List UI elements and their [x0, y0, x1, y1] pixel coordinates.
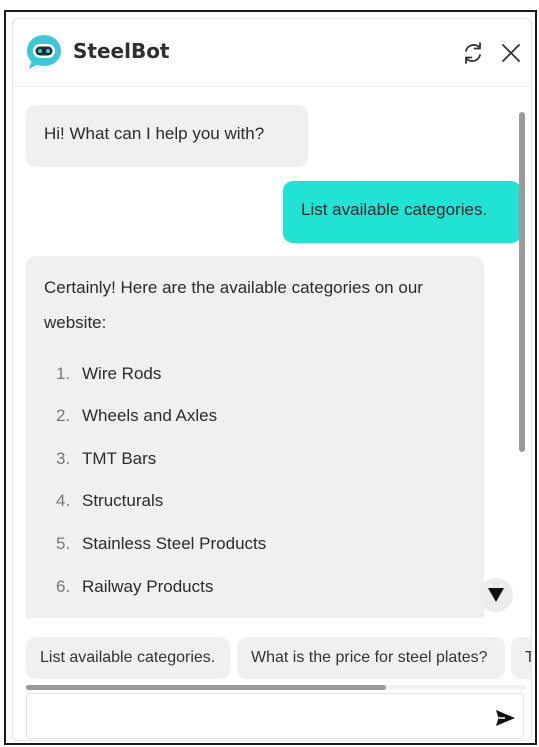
list-item: 4. Structurals	[44, 480, 466, 523]
list-number: 1.	[56, 363, 71, 383]
category-list: 1. Wire Rods 2. Wheels and Axles 3. TMT Bar…	[44, 352, 466, 608]
category-label: Wheels and Axles	[82, 406, 218, 426]
horizontal-scrollbar[interactable]	[26, 685, 526, 690]
scroll-down-button[interactable]	[479, 578, 513, 612]
robot-chat-icon	[27, 35, 61, 69]
category-label: Stainless Steel Products	[82, 534, 267, 554]
suggestion-chip[interactable]: What is the price for steel plates?	[237, 637, 505, 679]
refresh-icon[interactable]	[459, 39, 487, 67]
chat-header: SteelBot	[13, 19, 531, 87]
vertical-scrollbar-thumb[interactable]	[519, 112, 525, 452]
list-item: 3. TMT Bars	[44, 437, 466, 480]
bot-message: Hi! What can I help you with?	[26, 105, 308, 167]
horizontal-scrollbar-thumb[interactable]	[26, 685, 386, 690]
list-number: 4.	[56, 491, 71, 511]
chat-widget: SteelBot Hi! What can I help you with? L…	[12, 18, 532, 741]
list-item: 5. Stainless Steel Products	[44, 522, 466, 565]
bot-message-categories: Certainly! Here are the available catego…	[26, 256, 484, 618]
suggestion-chips: List available categories. What is the p…	[13, 629, 531, 679]
list-number: 3.	[56, 448, 71, 468]
send-icon[interactable]	[493, 706, 517, 730]
message-input[interactable]	[37, 702, 477, 732]
category-label: Railway Products	[82, 576, 214, 596]
bot-reply-intro: Certainly! Here are the available catego…	[44, 278, 423, 332]
list-item: 2. Wheels and Axles	[44, 395, 466, 438]
list-number: 5.	[56, 534, 71, 554]
list-number: 6.	[56, 576, 71, 596]
list-number: 2.	[56, 406, 71, 426]
category-label: Structurals	[82, 491, 164, 511]
vertical-scrollbar[interactable]	[519, 98, 525, 618]
category-label: Wire Rods	[82, 363, 162, 383]
arrow-down-icon	[488, 588, 504, 602]
message-input-box	[26, 693, 524, 739]
category-label: TMT Bars	[82, 448, 157, 468]
user-message: List available categories.	[283, 181, 521, 243]
list-item: 6. Railway Products	[44, 565, 466, 608]
suggestion-chip[interactable]: Te	[511, 637, 531, 679]
suggestion-chip[interactable]: List available categories.	[26, 637, 230, 679]
list-item: 1. Wire Rods	[44, 352, 466, 395]
chat-title: SteelBot	[73, 39, 170, 63]
close-icon[interactable]	[497, 39, 525, 67]
window-frame: SteelBot Hi! What can I help you with? L…	[4, 10, 537, 745]
message-list[interactable]: Hi! What can I help you with? List avail…	[13, 88, 531, 618]
